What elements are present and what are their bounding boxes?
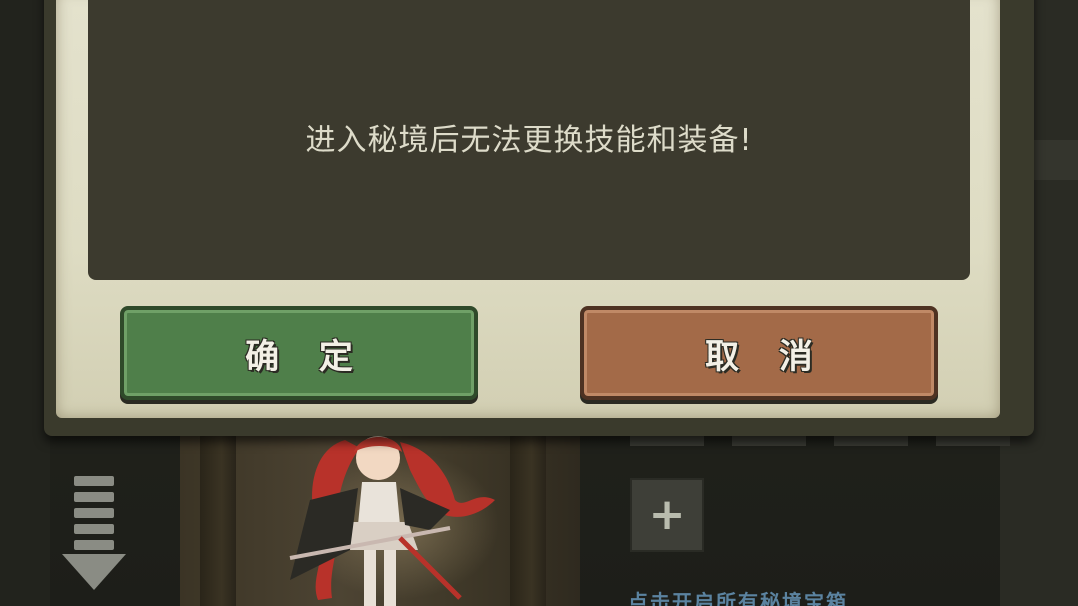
hero-leg-right [384,550,396,606]
cancel-button[interactable]: 取 消 [580,306,938,400]
plus-icon: + [648,489,686,540]
arrow-bar [74,524,114,534]
confirm-button-label: 确 定 [245,336,367,377]
confirm-button[interactable]: 确 定 [120,306,478,400]
arrow-bar [74,540,114,550]
down-arrow-icon[interactable] [62,476,126,596]
arrow-head [62,554,126,590]
dialog-message: 进入秘境后无法更换技能和装备! [305,123,753,158]
arrow-bar [74,508,114,518]
hero-torso [358,482,400,525]
scene-pillar [200,430,236,606]
right-panel-strip [1030,140,1078,180]
scene-pillar [510,430,546,606]
arrow-bar [74,476,114,486]
arrow-bar [74,492,114,502]
open-all-chests-hint[interactable]: 点击开启所有秘境宝箱 [628,586,948,606]
game-screen: + 点击开启所有秘境宝箱 进入秘境后无法更换技能和装备! 确 定 取 消 [0,0,1078,606]
add-slot-button[interactable]: + [630,478,704,552]
cancel-button-label: 取 消 [705,336,827,377]
dialog-message-box: 进入秘境后无法更换技能和装备! [88,0,970,280]
hero-leg-left [364,550,376,606]
hero-character[interactable] [250,430,500,606]
hero-sword-blade [398,536,462,600]
left-panel-background [0,0,50,606]
